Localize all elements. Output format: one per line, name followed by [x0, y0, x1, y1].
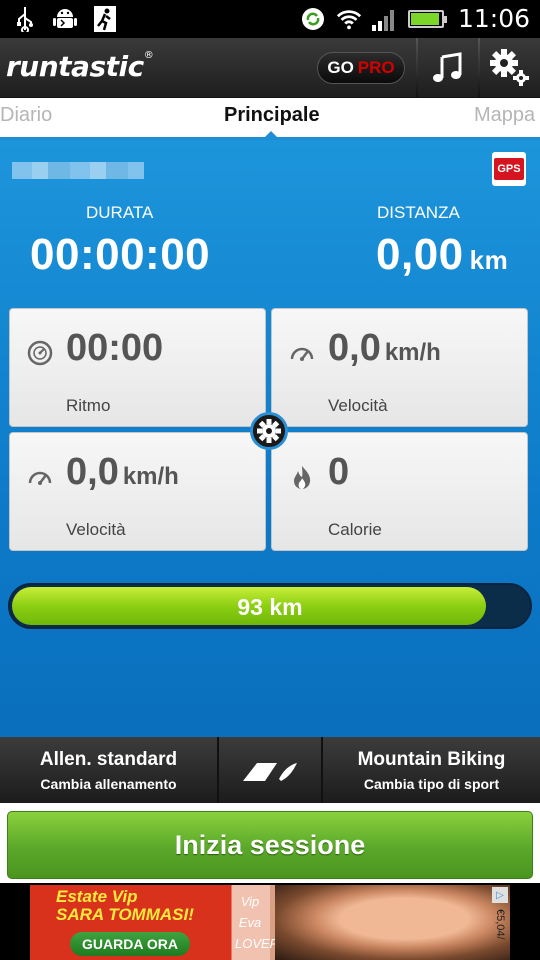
wifi-icon [336, 5, 362, 33]
change-workout-button[interactable]: Allen. standard Cambia allenamento [0, 737, 217, 803]
workout-title: Allen. standard [39, 749, 178, 770]
speedometer-icon [290, 347, 314, 361]
tile-speed-2[interactable]: 0,0 km/h Velocità [9, 432, 266, 551]
progress-text: 93 km [237, 594, 303, 620]
sport-type-icon-button[interactable] [219, 737, 321, 803]
duration-label: DURATA [86, 203, 154, 222]
change-sport-button[interactable]: Mountain Biking Cambia tipo di sport [323, 737, 540, 803]
android-debug-icon [52, 5, 78, 33]
ad-photo [275, 885, 510, 960]
distance-display: 0,00 km [376, 230, 508, 280]
ad-line-1: Estate Vip [56, 887, 138, 906]
app-bar: runtastic® GO PRO [0, 38, 540, 98]
tile-settings-button[interactable] [250, 412, 288, 450]
settings-button[interactable] [480, 38, 540, 98]
flame-icon [294, 466, 311, 489]
settings-gear-icon [490, 49, 529, 86]
ad-magazine-logos: Vip Eva LOVER [235, 894, 280, 951]
tile-label: Velocità [66, 520, 126, 539]
shoe-sport-icon [243, 763, 297, 781]
workout-subtitle: Cambia allenamento [40, 776, 177, 792]
tile-pace[interactable]: 00:00 Ritmo [9, 308, 266, 427]
ad-banner[interactable]: Estate Vip SARA TOMMASI! GUARDA ORA Vip E… [30, 885, 510, 960]
runner-notification-icon [92, 5, 118, 33]
blurred-username [12, 162, 144, 179]
tile-value: 0,0 km/h [328, 327, 441, 369]
active-tab-indicator [262, 131, 280, 140]
start-session-button[interactable]: Inizia sessione [7, 811, 533, 879]
sport-title: Mountain Biking [357, 749, 506, 770]
tile-label: Ritmo [66, 396, 111, 415]
sync-icon [300, 5, 326, 33]
music-note-icon [433, 52, 462, 82]
clock: 11:06 [457, 4, 530, 33]
ad-line-2: SARA TOMMASI! [56, 905, 194, 924]
go-pro-pro-label: PRO [357, 58, 395, 77]
tab-principale[interactable]: Principale [224, 104, 320, 127]
usb-icon [12, 5, 38, 33]
tile-value: 00:00 [66, 327, 164, 369]
gps-label: GPS [494, 158, 524, 180]
music-button[interactable] [418, 38, 478, 98]
session-controls: Allen. standard Cambia allenamento Mount… [0, 737, 540, 803]
ad-price: €5,04/ [494, 909, 506, 940]
tile-value: 0 [328, 451, 350, 493]
ad-watch-button[interactable]: GUARDA ORA [70, 932, 190, 956]
distance-value: 0,00 [376, 230, 464, 279]
goal-progress-bar: 93 km [8, 583, 532, 629]
distance-unit: km [469, 245, 509, 275]
tab-diario[interactable]: Diario [0, 104, 52, 127]
ad-choices-icon[interactable]: ▷ [492, 887, 508, 903]
go-pro-button[interactable]: GO PRO [317, 52, 405, 84]
go-pro-go-label: GO [327, 58, 354, 77]
signal-icon [371, 5, 398, 33]
tile-speed-1[interactable]: 0,0 km/h Velocità [271, 308, 528, 427]
tab-mappa[interactable]: Mappa [474, 104, 535, 127]
gear-icon [257, 419, 281, 443]
tile-calories[interactable]: 0 Calorie [271, 432, 528, 551]
tile-value: 0,0 km/h [66, 451, 179, 493]
tile-label: Calorie [328, 520, 382, 539]
distance-label: DISTANZA [377, 203, 460, 222]
start-area: Inizia sessione [0, 803, 540, 883]
speedometer-icon [28, 471, 52, 485]
tile-label: Velocità [328, 396, 388, 415]
app-logo: runtastic® [6, 50, 154, 83]
status-bar: 11:06 [0, 0, 540, 38]
sport-subtitle: Cambia tipo di sport [363, 776, 500, 792]
battery-icon [407, 9, 447, 28]
stopwatch-icon [27, 340, 53, 366]
duration-value: 00:00:00 [30, 230, 211, 279]
gps-badge[interactable]: GPS [492, 152, 526, 186]
